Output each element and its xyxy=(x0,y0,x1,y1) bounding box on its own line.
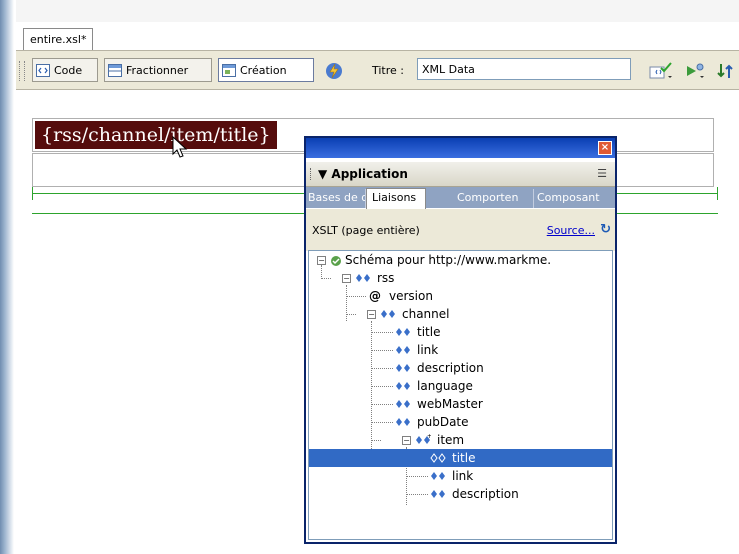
tree-node-title[interactable]: title xyxy=(395,323,440,341)
code-view-label: Code xyxy=(54,63,83,77)
tree-node-label: language xyxy=(417,379,473,393)
element-icon xyxy=(396,364,410,372)
element-icon xyxy=(431,490,445,498)
tree-node-label: Schéma pour http://www.markme. xyxy=(345,253,552,267)
tree-node-language[interactable]: language xyxy=(395,377,473,395)
design-view-label: Création xyxy=(240,63,287,77)
source-type: XSLT (page entière) xyxy=(312,224,420,237)
binding-source-bar: XSLT (page entière) Source... ↻ xyxy=(306,209,615,251)
live-data-icon[interactable] xyxy=(324,61,344,81)
preview-icon[interactable] xyxy=(684,61,708,81)
tree-node-label: title xyxy=(417,325,441,339)
tree-node-label: channel xyxy=(402,307,450,321)
application-panel: × ▼ Application ☰ Bases de do Liaisons C… xyxy=(304,136,617,544)
element-icon xyxy=(396,400,410,408)
collapse-icon[interactable]: − xyxy=(317,255,326,265)
element-icon xyxy=(396,382,410,390)
tree-node-rss[interactable]: − rss xyxy=(342,269,394,287)
panel-grip-icon[interactable] xyxy=(310,168,313,180)
collapse-icon[interactable]: − xyxy=(367,309,376,319)
tree-node-label: link xyxy=(452,469,474,483)
tab-components[interactable]: Composant xyxy=(534,189,615,208)
panel-tabs: Bases de do Liaisons Comporten Composant xyxy=(306,187,615,209)
split-view-label: Fractionner xyxy=(126,63,189,77)
tree-node-item-link[interactable]: link xyxy=(430,467,473,485)
collapse-icon[interactable]: − xyxy=(342,273,351,283)
tree-node-label: pubDate xyxy=(417,415,469,429)
element-icon xyxy=(396,418,410,426)
attribute-icon: @ xyxy=(369,289,381,303)
window-edge xyxy=(0,0,16,554)
element-icon xyxy=(396,346,410,354)
tree-node-item-title[interactable]: title xyxy=(309,449,612,467)
file-management-icon[interactable] xyxy=(716,61,739,81)
tree-node-channel[interactable]: − channel xyxy=(367,305,449,323)
title-input[interactable] xyxy=(417,58,631,80)
close-icon[interactable]: × xyxy=(598,141,612,155)
tab-bindings[interactable]: Liaisons xyxy=(366,188,426,209)
tree-node-item[interactable]: − + item xyxy=(402,431,464,449)
schema-icon xyxy=(330,254,342,266)
collapse-icon[interactable]: − xyxy=(402,435,411,445)
panel-header[interactable]: ▼ Application ☰ xyxy=(306,162,615,187)
design-view-button[interactable]: Création xyxy=(218,58,314,82)
split-view-button[interactable]: Fractionner xyxy=(104,58,212,82)
schema-tree[interactable]: − Schéma pour http://www.markme. − rss @… xyxy=(308,250,613,540)
tree-node-schema[interactable]: − Schéma pour http://www.markme. xyxy=(317,251,551,269)
tree-node-description[interactable]: description xyxy=(395,359,484,377)
tree-node-webmaster[interactable]: webMaster xyxy=(395,395,483,413)
panel-titlebar[interactable]: × xyxy=(306,138,615,158)
tree-node-pubdate[interactable]: pubDate xyxy=(395,413,469,431)
tree-node-item-description[interactable]: description xyxy=(430,485,519,503)
tree-node-label: item xyxy=(437,433,465,447)
repeating-element-icon: + xyxy=(416,434,431,444)
document-toolbar: Code Fractionner Création Titre : xyxy=(16,50,739,90)
tree-node-label: version xyxy=(389,289,433,303)
tab-databases[interactable]: Bases de do xyxy=(306,189,366,208)
window-top xyxy=(0,0,739,22)
tree-node-label: webMaster xyxy=(417,397,483,411)
split-view-icon xyxy=(108,63,122,77)
element-icon xyxy=(431,472,445,480)
refresh-icon[interactable]: ↻ xyxy=(600,222,611,237)
tree-node-label: link xyxy=(417,343,439,357)
title-label: Titre : xyxy=(372,64,405,77)
element-icon xyxy=(381,310,395,318)
tree-node-label: description xyxy=(417,361,484,375)
tree-node-label: description xyxy=(452,487,519,501)
tree-node-label: title xyxy=(452,451,476,465)
panel-title-text: Application xyxy=(331,167,408,181)
toolbar-grip-icon[interactable] xyxy=(19,61,25,81)
code-view-icon xyxy=(36,63,50,77)
tree-node-link[interactable]: link xyxy=(395,341,438,359)
code-view-button[interactable]: Code xyxy=(32,58,98,82)
mouse-cursor-icon xyxy=(172,136,188,158)
design-view-icon xyxy=(222,63,236,77)
tab-behaviors[interactable]: Comporten xyxy=(454,189,534,208)
tree-node-label: rss xyxy=(377,271,395,285)
element-icon xyxy=(356,274,370,282)
tree-node-version[interactable]: @ version xyxy=(367,287,433,305)
panel-title: ▼ Application xyxy=(318,167,408,181)
xsl-expression[interactable]: {rss/channel/item/title} xyxy=(35,121,277,149)
element-icon xyxy=(430,453,446,463)
document-tab[interactable]: entire.xsl* xyxy=(23,28,94,51)
panel-options-icon[interactable]: ☰ xyxy=(597,167,607,180)
element-icon xyxy=(396,328,410,336)
validate-icon[interactable] xyxy=(648,61,676,81)
source-link[interactable]: Source... xyxy=(547,224,595,237)
svg-text:+: + xyxy=(427,434,431,440)
